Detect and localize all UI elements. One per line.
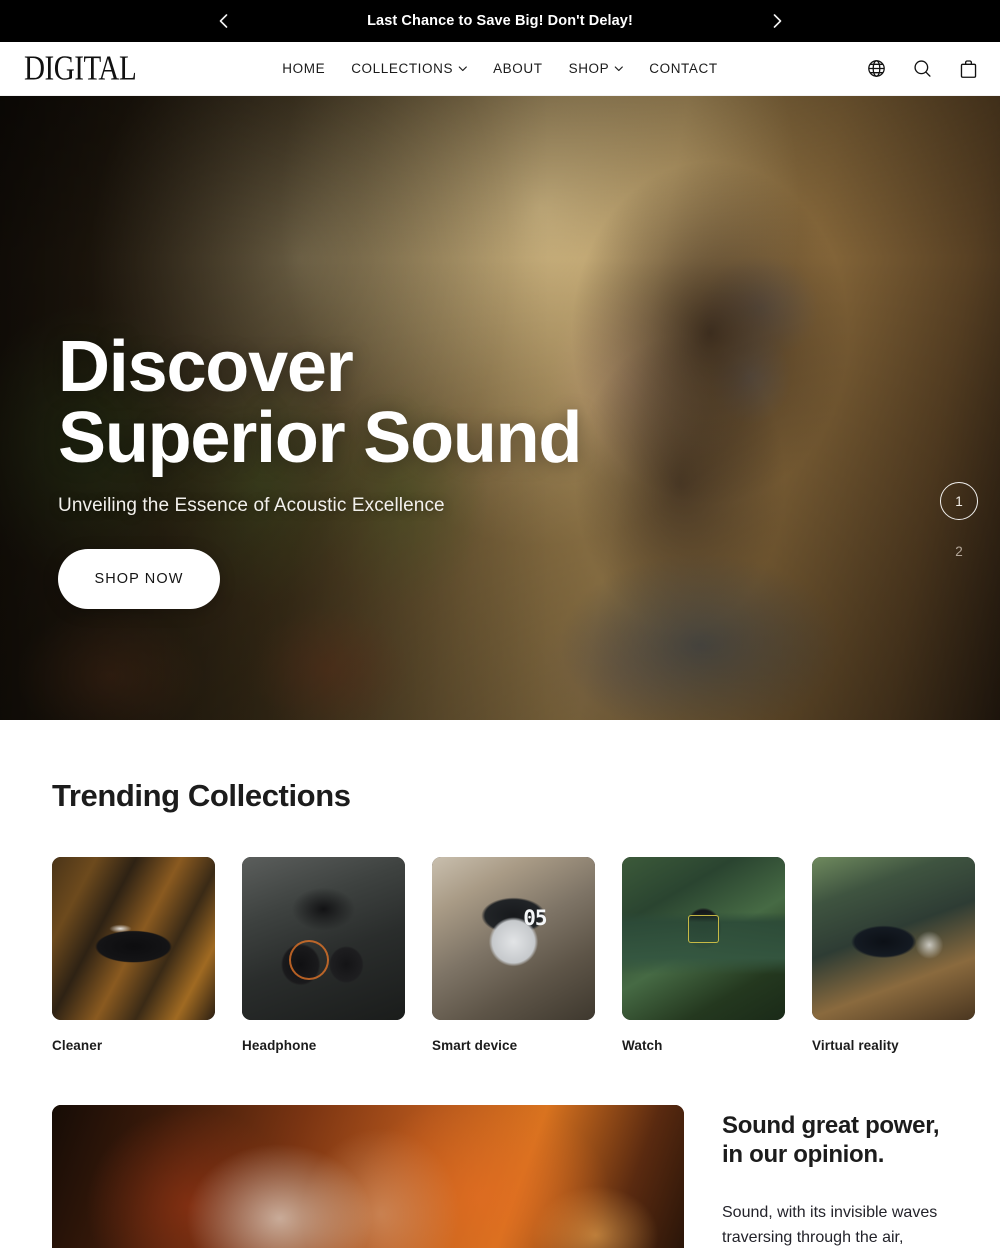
collection-label-watch: Watch <box>622 1038 663 1053</box>
nav-item-collections[interactable]: COLLECTIONS <box>351 61 467 76</box>
feature-title: Sound great power, in our opinion. <box>722 1112 940 1169</box>
header-actions <box>867 59 978 79</box>
chevron-left-icon <box>219 14 227 28</box>
collection-card-virtual-reality[interactable]: Virtual reality <box>812 857 975 1053</box>
trending-collections-title: Trending Collections <box>52 778 351 813</box>
hero-subtitle: Unveiling the Essence of Acoustic Excell… <box>58 495 445 517</box>
feature-body: Sound, with its invisible waves traversi… <box>722 1203 938 1246</box>
nav-item-shop[interactable]: SHOP <box>569 61 624 76</box>
announcement-next-button[interactable] <box>766 10 788 32</box>
feature-image <box>52 1105 684 1248</box>
announcement-bar: Last Chance to Save Big! Don't Delay! <box>0 0 1000 42</box>
hero-pagination: 1 2 <box>940 482 978 570</box>
nav-item-contact[interactable]: CONTACT <box>649 61 717 76</box>
collection-image-cleaner <box>52 857 215 1020</box>
hero-slide-2-button[interactable]: 2 <box>940 532 978 570</box>
hero-title-line1: Discover <box>58 327 354 407</box>
globe-icon <box>868 60 885 77</box>
collection-label-cleaner: Cleaner <box>52 1038 103 1053</box>
main-navigation: HOME COLLECTIONS ABOUT SHOP CONTACT <box>282 61 717 76</box>
hero-carousel: Discover Superior Sound Unveiling the Es… <box>0 96 1000 720</box>
nav-item-home[interactable]: HOME <box>282 61 325 76</box>
search-icon <box>914 60 931 77</box>
collection-card-smart-device[interactable]: Smart device <box>432 857 595 1053</box>
collection-label-virtual-reality: Virtual reality <box>812 1038 899 1053</box>
shop-now-button[interactable]: SHOP NOW <box>58 549 220 610</box>
hero-title-line2: Superior Sound <box>58 397 582 478</box>
chevron-down-icon <box>614 65 623 71</box>
collection-label-headphone: Headphone <box>242 1038 317 1053</box>
collection-card-headphone[interactable]: Headphone <box>242 857 405 1053</box>
site-logo[interactable]: DIGITAL <box>24 50 137 86</box>
announcement-prev-button[interactable] <box>212 10 234 32</box>
collection-image-smart-device <box>432 857 595 1020</box>
hero-content: Discover Superior Sound Unveiling the Es… <box>58 327 582 610</box>
feature-text: Sound great power, in our opinion. Sound… <box>722 1105 948 1248</box>
collection-image-headphone <box>242 857 405 1020</box>
nav-label-shop: SHOP <box>568 61 610 76</box>
collection-image-watch <box>622 857 785 1020</box>
search-button[interactable] <box>913 59 932 78</box>
nav-label-about: ABOUT <box>493 61 543 76</box>
nav-label-contact: CONTACT <box>649 61 718 76</box>
nav-item-about[interactable]: ABOUT <box>493 61 543 76</box>
collection-card-cleaner[interactable]: Cleaner <box>52 857 215 1053</box>
collection-cards: Cleaner Headphone Smart device Watch Vir… <box>52 857 975 1053</box>
shopping-bag-icon <box>960 59 977 78</box>
nav-label-collections: COLLECTIONS <box>351 61 454 76</box>
hero-title: Discover Superior Sound <box>58 327 582 478</box>
announcement-text: Last Chance to Save Big! Don't Delay! <box>367 13 633 29</box>
nav-label-home: HOME <box>282 61 326 76</box>
site-header: DIGITAL HOME COLLECTIONS ABOUT SHOP CONT… <box>0 42 1000 96</box>
cart-button[interactable] <box>959 59 978 79</box>
collection-card-watch[interactable]: Watch <box>622 857 785 1053</box>
chevron-right-icon <box>773 14 781 28</box>
collection-label-smart-device: Smart device <box>432 1038 518 1053</box>
language-globe-button[interactable] <box>867 59 886 78</box>
feature-section: Sound great power, in our opinion. Sound… <box>0 1105 1000 1248</box>
collection-image-virtual-reality <box>812 857 975 1020</box>
trending-collections-section: Trending Collections Cleaner Headphone S… <box>0 720 1000 1053</box>
chevron-down-icon <box>458 65 467 71</box>
hero-slide-1-button[interactable]: 1 <box>940 482 978 520</box>
